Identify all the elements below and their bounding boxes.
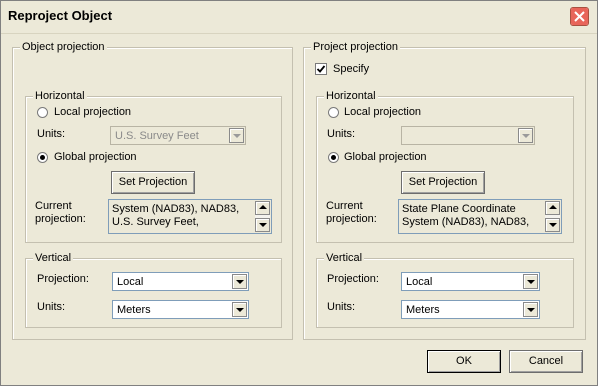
project-local-projection-label[interactable]: Local projection (344, 106, 421, 118)
window-title: Reproject Object (8, 8, 113, 23)
project-vertical-projection-value: Local (406, 276, 433, 288)
object-horizontal-units-select: U.S. Survey Feet (110, 126, 246, 145)
scroll-down-icon[interactable] (545, 218, 560, 232)
close-button[interactable] (570, 7, 589, 26)
object-local-projection-label[interactable]: Local projection (54, 106, 131, 118)
checkmark-icon (316, 65, 326, 73)
ok-button[interactable]: OK (427, 350, 501, 373)
object-set-projection-button[interactable]: Set Projection (111, 171, 195, 194)
project-units-label: Units: (327, 128, 356, 140)
project-vertical-label: Vertical (324, 252, 365, 264)
project-projection-label: Project projection (311, 41, 400, 53)
object-horizontal-units-value: U.S. Survey Feet (115, 130, 199, 142)
object-vertical-projection-select[interactable]: Local (112, 272, 249, 291)
project-set-projection-button[interactable]: Set Projection (401, 171, 485, 194)
scroll-down-icon[interactable] (255, 218, 270, 232)
project-current-projection-line-1: State Plane Coordinate (402, 203, 516, 215)
project-global-projection-label[interactable]: Global projection (344, 151, 427, 163)
chevron-down-icon (229, 128, 244, 143)
title-bar[interactable]: Reproject Object (1, 1, 597, 34)
project-current-projection-textarea[interactable]: State Plane Coordinate System (NAD83), N… (398, 199, 562, 234)
object-units-label: Units: (37, 128, 66, 140)
object-local-projection-radio[interactable] (37, 107, 48, 118)
scroll-up-icon[interactable] (255, 201, 270, 215)
specify-label[interactable]: Specify (333, 63, 369, 75)
cancel-button[interactable]: Cancel (509, 350, 583, 373)
close-icon (571, 8, 588, 25)
object-current-projection-textarea[interactable]: System (NAD83), NAD83, U.S. Survey Feet, (108, 199, 272, 234)
object-projection-label: Object projection (20, 41, 107, 53)
project-horizontal-units-select (401, 126, 535, 145)
project-current-label-1: Current (326, 200, 363, 212)
object-horizontal-label: Horizontal (33, 90, 87, 102)
object-current-projection-line-1: System (NAD83), NAD83, (112, 203, 240, 215)
project-vertical-projection-label: Projection: (327, 273, 379, 285)
project-global-projection-radio[interactable] (328, 152, 339, 163)
object-current-label-1: Current (35, 200, 72, 212)
object-vertical-units-value: Meters (117, 304, 151, 316)
chevron-down-icon[interactable] (523, 274, 538, 289)
object-vertical-label: Vertical (33, 252, 74, 264)
project-local-projection-radio[interactable] (328, 107, 339, 118)
project-vertical-units-value: Meters (406, 304, 440, 316)
object-current-projection-scrollbar[interactable] (255, 201, 270, 232)
chevron-down-icon (518, 128, 533, 143)
object-global-projection-radio[interactable] (37, 152, 48, 163)
object-vertical-units-select[interactable]: Meters (112, 300, 249, 319)
project-vertical-units-label: Units: (327, 301, 356, 313)
project-vertical-units-select[interactable]: Meters (401, 300, 540, 319)
object-global-projection-label[interactable]: Global projection (54, 151, 137, 163)
specify-checkbox[interactable] (315, 63, 327, 75)
chevron-down-icon[interactable] (232, 274, 247, 289)
object-current-projection-line-2: U.S. Survey Feet, (112, 216, 199, 228)
object-vertical-projection-label: Projection: (37, 273, 89, 285)
chevron-down-icon[interactable] (523, 302, 538, 317)
project-horizontal-label: Horizontal (324, 90, 378, 102)
project-vertical-projection-select[interactable]: Local (401, 272, 540, 291)
chevron-down-icon[interactable] (232, 302, 247, 317)
object-current-label-2: projection: (35, 213, 86, 225)
project-current-projection-scrollbar[interactable] (545, 201, 560, 232)
project-current-label-2: projection: (326, 213, 377, 225)
object-vertical-units-label: Units: (37, 301, 66, 313)
reproject-object-dialog: Reproject Object Object projection Horiz… (0, 0, 598, 386)
scroll-up-icon[interactable] (545, 201, 560, 215)
project-current-projection-line-2: System (NAD83), NAD83, (402, 216, 530, 228)
object-vertical-projection-value: Local (117, 276, 144, 288)
